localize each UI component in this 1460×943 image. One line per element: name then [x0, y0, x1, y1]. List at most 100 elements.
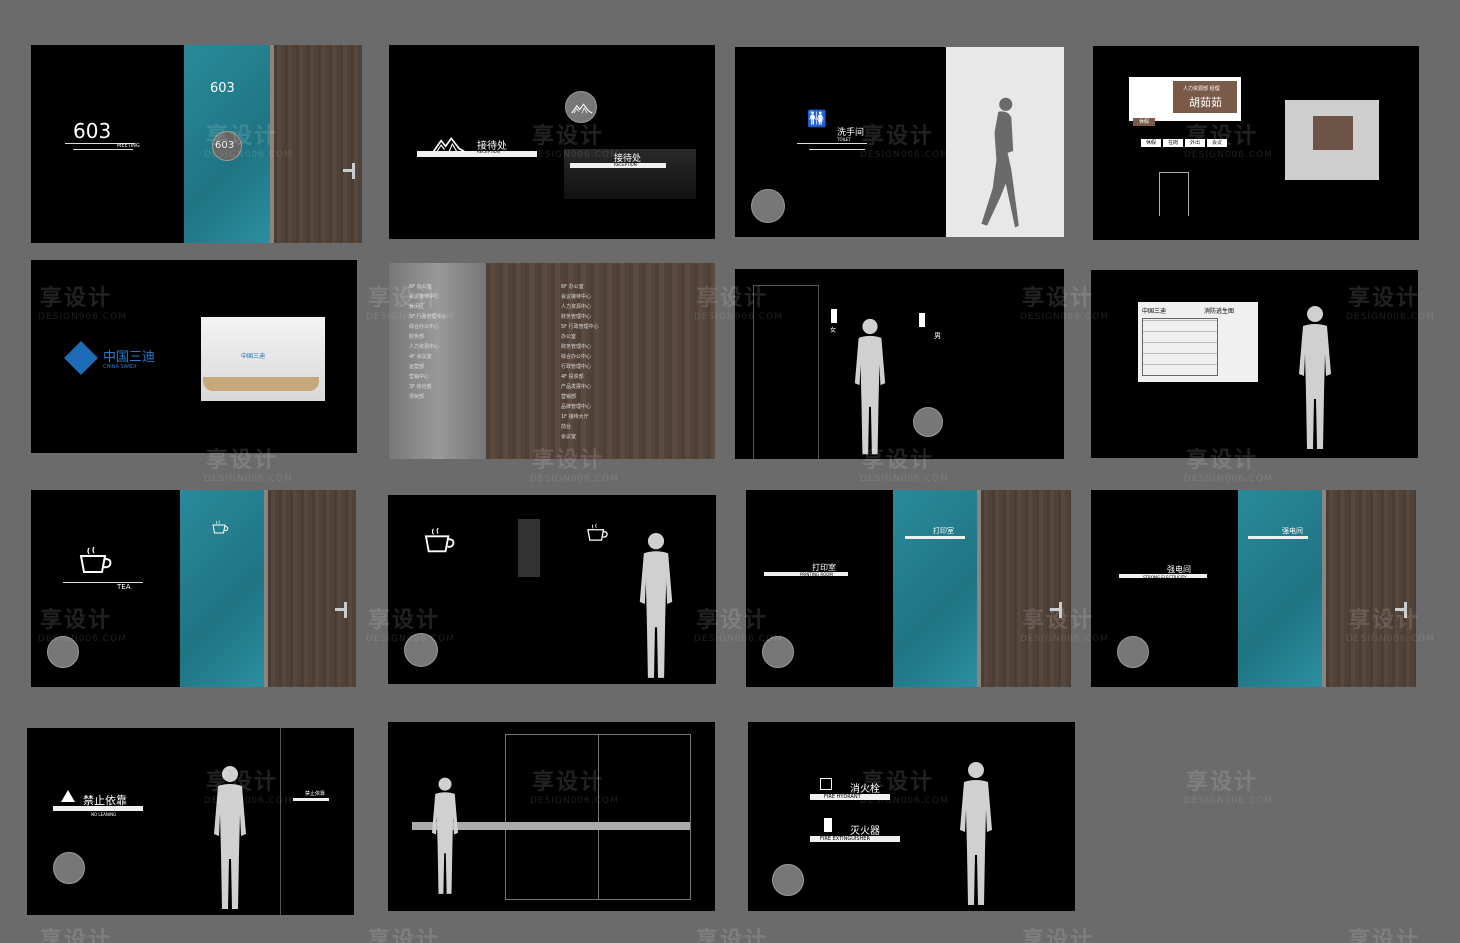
nameplate-brown: 人力资源部 经理 胡茹茹: [1173, 81, 1237, 113]
restroom-circle-sign: [913, 407, 943, 437]
no-leaning-sub: NO LEANING: [91, 812, 117, 817]
cup-icon: [75, 546, 115, 576]
watermark: 享设计: [532, 448, 605, 473]
man-silhouette: [634, 531, 678, 683]
extinguisher-title: 灭火器: [850, 826, 880, 837]
watermark: 享设计: [40, 286, 113, 311]
evac-title: 消防逃生图: [1204, 308, 1235, 315]
directory-entry: 人力资源中心: [561, 304, 592, 310]
teal-wall: 打印室: [893, 490, 977, 687]
room-number-small: 603: [210, 81, 235, 96]
extinguisher-icon: [824, 818, 832, 832]
toilet-icon: 🚻: [807, 109, 827, 128]
watermark-sub: DESIGN006.COM: [1346, 312, 1435, 322]
panel-glass-doors: [388, 722, 715, 911]
panel-electric-room: 强电间 STRONG ELECTRICITY 强电间: [1091, 490, 1416, 687]
directory-entry: 4F 投资部: [561, 374, 584, 380]
door-handle: [335, 602, 347, 618]
directory-entry: 财务管理中心: [561, 314, 592, 320]
watermark: 享设计: [206, 770, 279, 795]
man-silhouette: [1293, 304, 1337, 454]
glass-door-divider: [598, 734, 599, 900]
male-label: 男: [934, 332, 941, 340]
reception-desk: [203, 377, 319, 391]
watermark: 享设计: [1186, 770, 1259, 795]
cup-icon: [584, 523, 610, 543]
directory-entry: 品牌管理中心: [561, 404, 592, 410]
watermark: 享设计: [1022, 286, 1095, 311]
mountain-logo-circle: [1117, 636, 1149, 668]
wall-post: [518, 519, 540, 577]
man-silhouette: [426, 776, 464, 898]
male-icon: [919, 313, 925, 327]
panel-no-leaning: 禁止依靠 NO LEANING 禁止依靠: [27, 728, 354, 915]
watermark-sub: DESIGN006.COM: [1184, 796, 1273, 806]
watermark: 享设计: [862, 770, 935, 795]
tab-onduty: 在岗: [1163, 139, 1183, 147]
nameplate-name: 胡茹茹: [1189, 96, 1222, 109]
watermark-sub: DESIGN006.COM: [860, 150, 949, 160]
nameplate-photo: [1285, 100, 1379, 180]
watermark-sub: DESIGN006.COM: [694, 634, 783, 644]
watermark-sub: DESIGN006.COM: [530, 474, 619, 484]
watermark: 享设计: [1022, 608, 1095, 633]
panel-restroom-doors: 女 男: [735, 269, 1064, 459]
watermark: 享设计: [1348, 928, 1421, 943]
lobby-logo: 中国三迪: [241, 353, 266, 360]
watermark: 享设计: [40, 608, 113, 633]
tea-label: TEA: [117, 583, 131, 591]
directory-entry: 营销中心: [409, 374, 430, 380]
desk-sub: RECEPTION: [614, 162, 637, 167]
watermark-sub: DESIGN006.COM: [204, 796, 293, 806]
man-silhouette: [849, 317, 891, 459]
directory-entry: 会议室: [561, 434, 577, 440]
mountain-icon: [571, 101, 593, 115]
small-sign-text: 禁止依靠: [305, 791, 326, 797]
teal-title: 打印室: [933, 527, 954, 535]
teal-title: 强电间: [1282, 527, 1303, 535]
mountain-logo-circle: [772, 864, 804, 896]
watermark-sub: DESIGN006.COM: [366, 634, 455, 644]
door-outline: [280, 728, 354, 915]
watermark-sub: DESIGN006.COM: [38, 634, 127, 644]
room-number: 603: [73, 119, 112, 143]
wave-line: [73, 149, 133, 150]
wave-logo-circle: [751, 189, 785, 223]
watermark-sub: DESIGN006.COM: [366, 312, 455, 322]
printing-sub: PRINTING ROOM: [800, 572, 833, 577]
female-icon: [831, 309, 837, 323]
floor-plan: [1142, 318, 1218, 376]
nameplate: 人力资源部 经理 胡茹茹: [1129, 77, 1241, 121]
evac-logo: 中国三迪: [1142, 308, 1167, 315]
evacuation-board: 中国三迪 消防逃生图: [1138, 302, 1258, 382]
watermark: 享设计: [368, 608, 441, 633]
watermark-sub: DESIGN006.COM: [1346, 634, 1435, 644]
lobby-photo: 中国三迪: [201, 317, 325, 401]
directory-entry: 运营部: [409, 364, 425, 370]
hydrant-sub: FIRE HYDRANT: [824, 794, 861, 800]
watermark-sub: DESIGN006.COM: [530, 150, 619, 160]
door: [977, 490, 1071, 687]
directory-entry: 营销部: [561, 394, 577, 400]
mountain-icon: [429, 135, 469, 153]
directory-entry: 5F 行政管理中心: [561, 324, 599, 330]
watermark-sub: DESIGN006.COM: [204, 474, 293, 484]
logo-cn: 中国三迪: [103, 350, 156, 365]
door: [270, 45, 362, 243]
watermark-sub: DESIGN006.COM: [1184, 150, 1273, 160]
watermark: 享设计: [1186, 448, 1259, 473]
watermark: 享设计: [40, 928, 113, 943]
directory-entry: 3F 综合部: [409, 384, 432, 390]
directory-entry: 办公室: [561, 334, 577, 340]
panel-fire-equipment: 消火栓 FIRE HYDRANT 灭火器 FIRE EXTINGUISHER: [748, 722, 1075, 911]
mountain-logo-circle: [53, 852, 85, 884]
man-silhouette: [952, 760, 1000, 910]
teal-sign-bar: [905, 536, 965, 539]
cup-icon: [420, 527, 458, 555]
watermark: 享设计: [696, 608, 769, 633]
meeting-label: MEETING: [117, 143, 140, 149]
watermark: 享设计: [696, 928, 769, 943]
directory-entry: 1F 接待大厅: [561, 414, 589, 420]
watermark: 享设计: [862, 124, 935, 149]
logo-mark: [64, 341, 98, 375]
